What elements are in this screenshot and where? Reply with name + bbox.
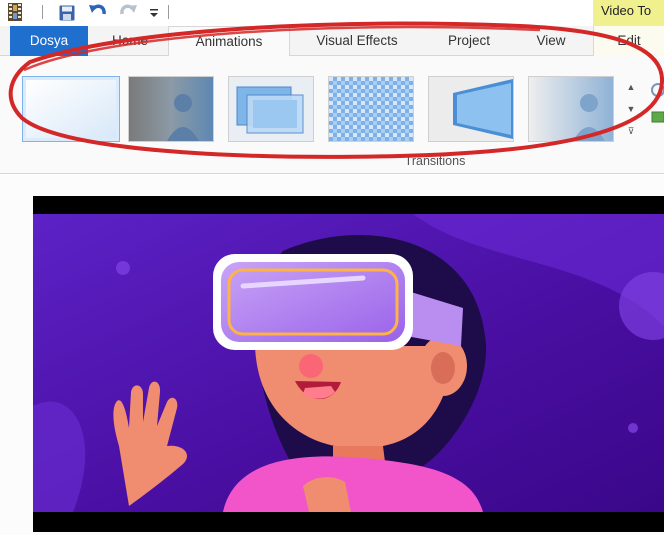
- video-tools-contextual-label: Video To: [593, 0, 664, 26]
- transition-thumb[interactable]: [22, 76, 120, 142]
- save-icon[interactable]: [59, 5, 75, 21]
- cross-zoom-preview: [229, 77, 313, 141]
- tab-home[interactable]: Home: [100, 26, 160, 56]
- tab-project[interactable]: Project: [430, 26, 508, 56]
- transition-thumb[interactable]: [228, 76, 314, 142]
- no-transition-preview: [26, 80, 116, 138]
- tab-animations[interactable]: Animations: [168, 26, 290, 57]
- tab-file[interactable]: Dosya: [10, 26, 88, 56]
- gallery-more-icon[interactable]: ⊽: [624, 120, 638, 142]
- customize-dropdown-icon[interactable]: [149, 8, 159, 18]
- fade-preview: [529, 77, 613, 141]
- dissolve-preview: [329, 77, 413, 141]
- duration-icon[interactable]: [646, 82, 664, 124]
- quick-access-toolbar: Video To: [0, 0, 664, 26]
- redo-icon[interactable]: [118, 3, 138, 21]
- transition-thumb[interactable]: [528, 76, 614, 142]
- transitions-group-label: Transitions: [404, 154, 466, 168]
- toolbar-separator: [168, 5, 169, 19]
- chevron-up-icon[interactable]: ▲: [624, 76, 638, 98]
- tab-visual-effects[interactable]: Visual Effects: [298, 26, 416, 56]
- transition-thumb[interactable]: [328, 76, 414, 142]
- ribbon-panel: ▲ ▼ ⊽ Transitions: [0, 56, 664, 174]
- tab-edit[interactable]: Edit: [593, 26, 664, 56]
- transition-thumb[interactable]: [428, 76, 514, 142]
- gallery-scroll[interactable]: ▲ ▼ ⊽: [624, 76, 638, 142]
- film-app-icon[interactable]: [8, 3, 22, 21]
- toolbar-separator: [42, 5, 43, 19]
- crossfade-preview: [129, 77, 213, 141]
- chevron-down-icon[interactable]: ▼: [624, 98, 638, 120]
- transition-thumb[interactable]: [128, 76, 214, 142]
- undo-icon[interactable]: [88, 3, 108, 21]
- video-preview: [33, 196, 664, 532]
- vr-headset-illustration: [33, 214, 664, 532]
- ribbon-tab-row: Dosya Home Animations Visual Effects Pro…: [0, 26, 664, 57]
- tab-view[interactable]: View: [520, 26, 582, 56]
- flip-preview: [429, 77, 513, 141]
